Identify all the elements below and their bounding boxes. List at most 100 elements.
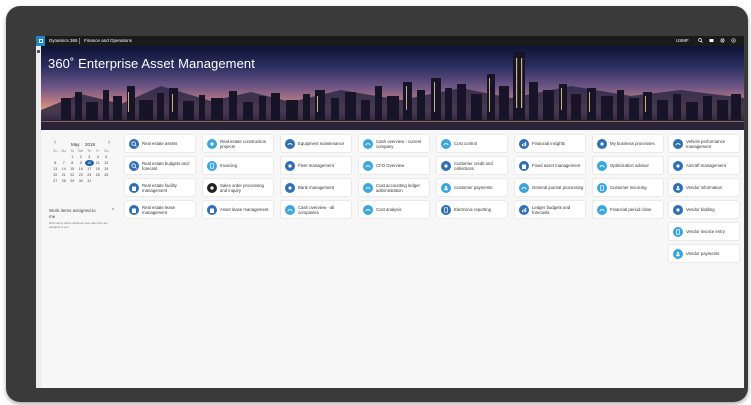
tile-label: Sales order processing and inquiry	[220, 182, 264, 193]
tile-label: Real estate construction projects	[220, 138, 267, 149]
tile-label: Cash overview - current company	[376, 138, 422, 149]
tile-label: Invoicing	[220, 163, 237, 168]
tile-label: Optimization advisor	[610, 163, 649, 168]
calendar-day[interactable]: 30	[77, 178, 86, 184]
people-icon	[673, 182, 683, 193]
tile-sales-order-processing-and-inquiry[interactable]: Sales order processing and inquiry	[203, 179, 273, 196]
gauge-icon	[673, 138, 683, 149]
tile-label: Cost accounting ledger administration	[376, 182, 420, 193]
tile-label: Real estate assets	[142, 141, 178, 146]
card-icon	[441, 160, 451, 171]
work-items-collapse-button[interactable]: ^	[112, 208, 114, 214]
gauge-icon	[363, 204, 373, 215]
tile-label: Real estate budgets and forecast	[142, 160, 189, 171]
tile-customer-invoicing[interactable]: Customer invoicing	[593, 179, 663, 196]
module-name[interactable]: Finance and Operations	[84, 36, 132, 46]
app-screen: Dynamics 365 Finance and Operations USMF	[36, 36, 744, 388]
tile-label: Vendor bidding	[686, 207, 715, 212]
tile-label: Aircraft management	[686, 163, 726, 168]
calendar-next-button[interactable]: ›	[108, 140, 110, 146]
calendar-day[interactable]: 27	[51, 178, 60, 184]
tile-label: Cost analysis	[376, 207, 402, 212]
tile-real-estate-lease-management[interactable]: Real estate lease management	[125, 201, 195, 218]
search-icon	[129, 138, 139, 149]
document-icon	[597, 182, 607, 193]
tile-label: Asset lease management	[220, 207, 269, 212]
gauge-icon	[597, 160, 607, 171]
calculator-icon	[207, 138, 217, 149]
truck-icon	[285, 160, 295, 171]
chart-icon	[519, 204, 529, 215]
tile-real-estate-budgets-and-forecast[interactable]: Real estate budgets and forecast	[125, 157, 195, 174]
hero-banner: 360˚ Enterprise Asset Management	[41, 46, 744, 130]
tile-vendor-information[interactable]: Vendor information	[669, 179, 739, 196]
tile-optimization-advisor[interactable]: Optimization advisor	[593, 157, 663, 174]
tile-invoicing[interactable]: Invoicing	[203, 157, 273, 174]
tile-cost-accounting-ledger-administration[interactable]: Cost accounting ledger administration	[359, 179, 429, 196]
calendar-day[interactable]: 29	[68, 178, 77, 184]
tile-bank-management[interactable]: Bank management	[281, 179, 351, 196]
tile-label: Equipment maintenance	[298, 141, 345, 146]
tile-fleet-management[interactable]: Fleet management	[281, 157, 351, 174]
bank-icon	[285, 182, 295, 193]
tile-label: Customer credit and collections	[454, 160, 493, 171]
search-icon[interactable]	[698, 38, 703, 43]
tile-customer-credit-and-collections[interactable]: Customer credit and collections	[437, 157, 507, 174]
tile-label: Real estate lease management	[142, 204, 176, 215]
tile-vehicle-performance-management[interactable]: Vehicle performance management	[669, 135, 739, 152]
work-items-empty-message: Work items will be displayed here after …	[49, 221, 108, 229]
help-icon[interactable]	[731, 38, 736, 43]
tile-label: Vendor payments	[686, 251, 720, 256]
tile-cost-analysis[interactable]: Cost analysis	[359, 201, 429, 218]
tile-label: Fleet management	[298, 163, 334, 168]
tile-asset-lease-management[interactable]: Asset lease management	[203, 201, 273, 218]
calendar-empty-cell	[94, 178, 103, 184]
tile-label: Vendor invoice entry	[686, 229, 725, 234]
gavel-icon	[673, 204, 683, 215]
tile-aircraft-management[interactable]: Aircraft management	[669, 157, 739, 174]
tile-label: CFO Overview	[376, 163, 405, 168]
building-icon	[129, 182, 139, 193]
app-name[interactable]: Dynamics 365	[49, 36, 78, 46]
tile-ledger-budgets-and-forecasts[interactable]: Ledger budgets and forecasts	[515, 201, 585, 218]
calendar-year[interactable]: 2018	[85, 142, 95, 147]
message-icon[interactable]	[709, 38, 714, 43]
calendar-month[interactable]: May	[71, 142, 80, 147]
tile-cash-overview-current-company[interactable]: Cash overview - current company	[359, 135, 429, 152]
tile-cash-overview-all-companies[interactable]: Cash overview - all companies	[281, 201, 351, 218]
tile-equipment-maintenance[interactable]: Equipment maintenance	[281, 135, 351, 152]
tile-cfo-overview[interactable]: CFO Overview	[359, 157, 429, 174]
tile-real-estate-construction-projects[interactable]: Real estate construction projects	[203, 135, 273, 152]
app-launcher-icon[interactable]	[36, 36, 45, 46]
tile-real-estate-assets[interactable]: Real estate assets	[125, 135, 195, 152]
tile-vendor-bidding[interactable]: Vendor bidding	[669, 201, 739, 218]
calendar-day[interactable]: 28	[60, 178, 69, 184]
tile-financial-insights[interactable]: Financial insights	[515, 135, 585, 152]
plane-icon	[673, 160, 683, 171]
menu-icon[interactable]	[37, 50, 40, 53]
tile-fixed-asset-management[interactable]: Fixed asset management	[515, 157, 585, 174]
tile-customer-payments[interactable]: Customer payments	[437, 179, 507, 196]
tile-vendor-invoice-entry[interactable]: Vendor invoice entry	[669, 223, 739, 240]
tile-vendor-payments[interactable]: Vendor payments	[669, 245, 739, 262]
tile-my-business-processes[interactable]: My business processes	[593, 135, 663, 152]
tile-label: Fixed asset management	[532, 163, 581, 168]
gauge-icon	[363, 160, 373, 171]
calendar-prev-button[interactable]: ‹	[54, 140, 56, 146]
tile-cost-control[interactable]: Cost control	[437, 135, 507, 152]
monitor-frame: Dynamics 365 Finance and Operations USMF	[6, 6, 748, 402]
tile-label: Cash overview - all companies	[298, 204, 335, 215]
tile-label: Customer invoicing	[610, 185, 647, 190]
building-icon	[129, 204, 139, 215]
calendar-day[interactable]: 31	[85, 178, 94, 184]
tile-electronic-reporting[interactable]: Electronic reporting	[437, 201, 507, 218]
calendar-grid: Su Mo Tu We Th Fr Sa 1 2 3 4 5 6 7 8 9 10 11 12 13 14 15 16 17 1…	[51, 148, 119, 184]
tile-label: Financial insights	[532, 141, 565, 146]
settings-icon[interactable]	[720, 38, 725, 43]
tile-financial-period-close[interactable]: Financial period close	[593, 201, 663, 218]
tile-general-journal-processing[interactable]: General journal processing	[515, 179, 585, 196]
document-icon	[207, 160, 217, 171]
gauge-icon	[363, 138, 373, 149]
company-picker[interactable]: USMF	[676, 36, 689, 46]
tile-real-estate-facility-management[interactable]: Real estate facility management	[125, 179, 195, 196]
